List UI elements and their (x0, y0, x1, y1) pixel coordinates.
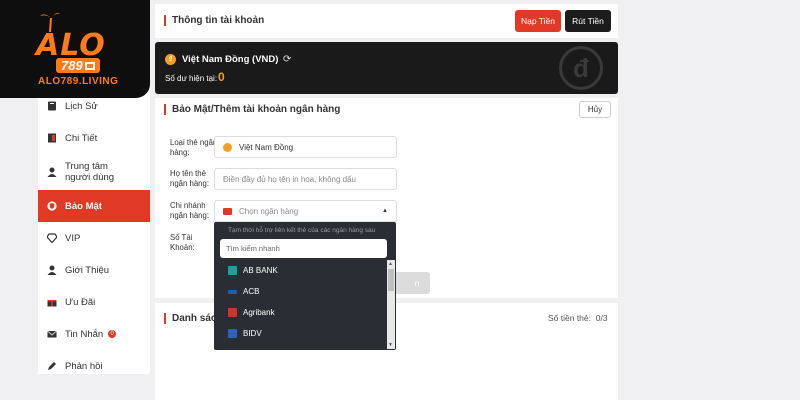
sidebar-item-label: Phản hồi (65, 360, 103, 372)
currency-label: Việt Nam Đồng (VND) (182, 54, 279, 65)
abbank-logo-icon (228, 266, 237, 275)
bank-select[interactable]: Chọn ngân hàng ▲ (214, 200, 397, 222)
diamond-icon (47, 233, 57, 243)
sidebar-item-security[interactable]: Bảo Mật (38, 190, 150, 222)
card-name-input[interactable]: Điền đầy đủ họ tên in hoa, không dấu (214, 168, 397, 190)
card-type-field[interactable]: Việt Nam Đồng (214, 136, 397, 158)
dropdown-scrollbar[interactable]: ▲ ▼ (387, 260, 395, 349)
sidebar-item-label: Ưu Đãi (65, 296, 96, 308)
brand-logo[interactable]: ALO 789 ALO789.LIVING (0, 0, 150, 98)
sidebar-item-label: Lịch Sử (65, 100, 98, 112)
withdraw-button[interactable]: Rút Tiền (565, 10, 611, 32)
bank-option-agribank[interactable]: Agribank (214, 302, 386, 323)
history-icon (48, 101, 56, 111)
page-title: Thông tin tài khoản (164, 15, 264, 26)
coin-icon: ₫ (165, 54, 176, 65)
bank-select-placeholder: Chọn ngân hàng (239, 206, 299, 216)
shield-icon (47, 201, 57, 211)
sidebar-item-messages[interactable]: Tin Nhắn 0 (38, 318, 150, 350)
account-number-label: Số Tài Khoản: (170, 233, 195, 252)
balance-amount: 0 (218, 70, 225, 84)
bank-dropdown: Tạm thời hỗ trợ liên kết thẻ của các ngâ… (214, 222, 396, 350)
refresh-icon[interactable]: ⟳ (283, 54, 291, 65)
bank-option-list: AB BANK ACB Agribank BIDV (214, 260, 386, 344)
balance-label: Số dư hiện tại: (165, 74, 218, 83)
gift-icon (47, 300, 57, 307)
logo-number: 789 (56, 58, 100, 73)
referral-icon (47, 265, 57, 275)
bank-option-abbank[interactable]: AB BANK (214, 260, 386, 281)
balance-card: ₫ Việt Nam Đồng (VND) ⟳ Số dư hiện tại: … (155, 42, 618, 94)
scrollbar-thumb[interactable] (388, 269, 394, 291)
acb-logo-icon (228, 289, 237, 294)
bank-option-acb[interactable]: ACB (214, 281, 386, 302)
dropdown-note: Tạm thời hỗ trợ liên kết thẻ của các ngâ… (228, 227, 376, 234)
bank-form-title: Bảo Mật/Thêm tài khoản ngân hàng (164, 104, 340, 115)
receipt-icon (48, 133, 56, 143)
caret-up-icon: ▲ (382, 208, 388, 214)
pen-icon (48, 362, 56, 370)
sidebar-item-label: Chi Tiết (65, 132, 98, 144)
sidebar-item-referral[interactable]: Giới Thiệu (38, 254, 150, 286)
sidebar-item-promotions[interactable]: Ưu Đãi (38, 286, 150, 318)
deposit-button[interactable]: Nạp Tiền (515, 10, 561, 32)
bank-option-bidv[interactable]: BIDV (214, 323, 386, 344)
bank-search-input[interactable]: Tìm kiếm nhanh (220, 239, 387, 258)
currency-watermark-icon: đ (559, 46, 603, 90)
bidv-logo-icon (228, 329, 237, 338)
sidebar-item-label: Bảo Mật (65, 200, 102, 212)
user-icon (47, 167, 57, 177)
sidebar-item-label: Tin Nhắn (65, 328, 104, 340)
agribank-logo-icon (228, 308, 237, 317)
card-count: Số tiền thẻ: 0/3 (548, 313, 608, 323)
sidebar-item-vip[interactable]: VIP (38, 222, 150, 254)
card-type-label: Loại thẻ ngân hàng: (170, 138, 218, 157)
message-count-badge: 0 (108, 330, 117, 338)
mail-icon (47, 330, 57, 338)
scroll-down-icon[interactable]: ▼ (388, 342, 393, 348)
sidebar-item-details[interactable]: Chi Tiết (38, 122, 150, 154)
scroll-up-icon[interactable]: ▲ (388, 261, 393, 267)
sidebar-item-feedback[interactable]: Phản hồi (38, 350, 150, 382)
cancel-button[interactable]: Hủy (579, 101, 611, 118)
sidebar: Lịch Sử Chi Tiết Trung tâm người dùng Bả… (38, 92, 150, 374)
bank-branch-label: Chi nhánh ngân hàng: (170, 201, 210, 220)
sidebar-item-user-center[interactable]: Trung tâm người dùng (38, 154, 150, 190)
card-type-value: Việt Nam Đồng (239, 142, 294, 152)
card-name-label: Họ tên thẻ ngân hàng: (170, 169, 210, 188)
bank-card-icon (223, 207, 232, 215)
coin-icon (223, 142, 232, 152)
logo-domain: ALO789.LIVING (38, 76, 119, 87)
sidebar-item-label: Giới Thiệu (65, 264, 110, 276)
sidebar-item-label: VIP (65, 232, 81, 244)
sidebar-item-label: Trung tâm người dùng (65, 161, 115, 183)
